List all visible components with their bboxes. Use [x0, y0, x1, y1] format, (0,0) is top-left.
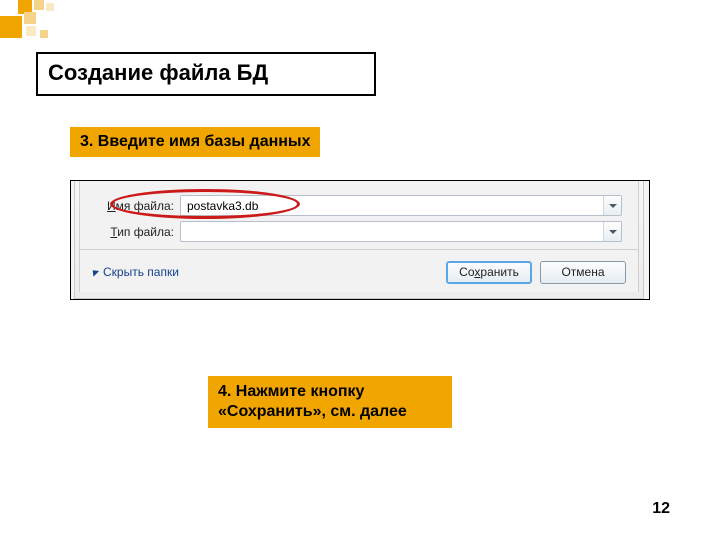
filename-label: Имя файла: — [98, 199, 180, 213]
filetype-input[interactable] — [180, 221, 622, 242]
filename-value: postavka3.db — [187, 199, 258, 213]
cancel-button[interactable]: Отмена — [540, 261, 626, 284]
filetype-label: Тип файла: — [98, 225, 180, 239]
slide-title: Создание файла БД — [36, 52, 376, 96]
filename-row: Имя файла: postavka3.db — [98, 195, 624, 216]
cancel-button-label: Отмена — [561, 265, 604, 279]
save-button[interactable]: Сохранить — [446, 261, 532, 284]
filename-dropdown-button[interactable] — [603, 196, 621, 215]
hide-folders-label: Скрыть папки — [103, 265, 179, 279]
save-dialog-screenshot: Имя файла: postavka3.db Тип файла: — [70, 180, 650, 300]
divider — [80, 249, 638, 250]
decorative-squares — [0, 0, 80, 45]
save-button-label: Сохранить — [459, 265, 519, 279]
slide-title-text: Создание файла БД — [48, 60, 268, 85]
page-number: 12 — [652, 500, 670, 518]
callout-step-4: 4. Нажмите кнопку «Сохранить», см. далее — [208, 376, 452, 428]
filetype-dropdown-button[interactable] — [603, 222, 621, 241]
callout-step-3-text: 3. Введите имя базы данных — [80, 133, 310, 150]
callout-step-3: 3. Введите имя базы данных — [70, 127, 320, 157]
dialog-bottom-bar: Скрыть папки Сохранить Отмена — [92, 259, 626, 285]
filename-input[interactable]: postavka3.db — [180, 195, 622, 216]
hide-folders-link[interactable]: Скрыть папки — [92, 265, 179, 279]
chevron-icon — [90, 267, 99, 276]
callout-step-4-text: 4. Нажмите кнопку «Сохранить», см. далее — [218, 383, 407, 420]
filetype-row: Тип файла: — [98, 221, 624, 242]
